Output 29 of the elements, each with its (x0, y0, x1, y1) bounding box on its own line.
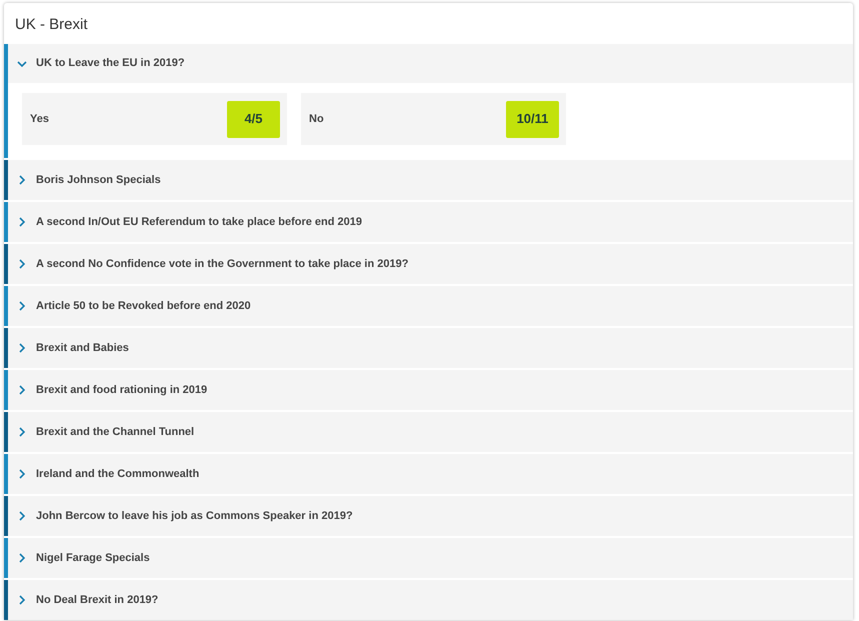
market-header[interactable]: Ireland and the Commonwealth (8, 454, 853, 494)
odds-button[interactable]: 10/11 (506, 100, 559, 138)
chevron-icon (17, 385, 27, 395)
chevron-icon (17, 595, 27, 605)
chevron-icon (17, 553, 27, 563)
market-header[interactable]: Nigel Farage Specials (8, 538, 853, 578)
selection-label: Yes (30, 112, 49, 127)
selection-label: No (309, 112, 324, 127)
chevron-icon (17, 217, 27, 227)
market-header[interactable]: John Bercow to leave his job as Commons Speaker in 2019? (8, 496, 853, 536)
chevron-icon (17, 259, 27, 269)
market-header[interactable]: Brexit and the Channel Tunnel (8, 412, 853, 452)
chevron-icon (17, 511, 27, 521)
market-header[interactable]: A second No Confidence vote in the Government to take place in 2019? (8, 244, 853, 284)
market-header[interactable]: Article 50 to be Revoked before end 2020 (8, 286, 853, 326)
chevron-icon (17, 301, 27, 311)
market-header[interactable]: A second In/Out EU Referendum to take place before end 2019 (8, 202, 853, 242)
odds-button[interactable]: 4/5 (227, 100, 280, 138)
chevron-icon (17, 58, 27, 68)
chevron-icon (17, 175, 27, 185)
market-header[interactable]: UK to Leave the EU in 2019? (8, 44, 853, 83)
market-header[interactable]: No Deal Brexit in 2019? (8, 580, 853, 620)
chevron-icon (17, 427, 27, 437)
market-header[interactable]: Boris Johnson Specials (8, 160, 853, 200)
panel-title: UK - Brexit (14, 15, 89, 35)
chevron-icon (17, 469, 27, 479)
market-header[interactable]: Brexit and Babies (8, 328, 853, 368)
chevron-icon (17, 343, 27, 353)
market-header[interactable]: Brexit and food rationing in 2019 (8, 370, 853, 410)
